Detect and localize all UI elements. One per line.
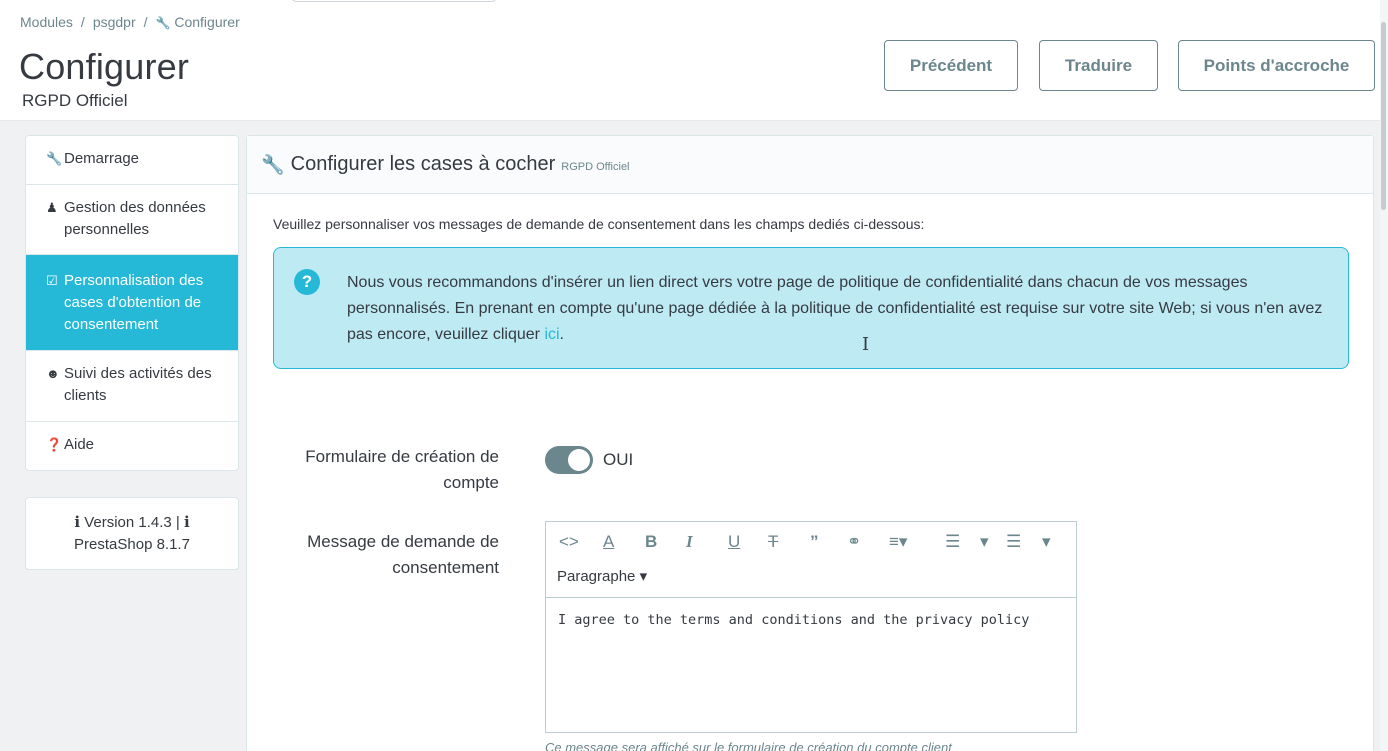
- sidebar: 🔧 Demarrage ♟ Gestion des données person…: [25, 135, 239, 471]
- alert-end: .: [559, 326, 564, 343]
- prestashop-version: PrestaShop 8.1.7: [74, 536, 190, 553]
- bullet-list-icon[interactable]: ☰: [945, 532, 960, 552]
- breadcrumb: Modules / psgdpr / 🔧 Configurer: [20, 14, 240, 30]
- text-color-icon[interactable]: A: [603, 532, 614, 552]
- sidebar-item-aide[interactable]: ❓ Aide: [26, 422, 238, 470]
- rich-text-editor: <> A B I U T ” ⚭ ≡▾ ☰ ▾ ☰ ▾ Paragraphe ▾…: [545, 521, 1077, 733]
- panel-heading: 🔧 Configurer les cases à cocher RGPD Off…: [247, 136, 1373, 194]
- sidebar-item-demarrage[interactable]: 🔧 Demarrage: [26, 136, 238, 185]
- sidebar-item-label: Personnalisation des cases d'obtention d…: [64, 272, 204, 333]
- wrench-icon: 🔧: [46, 151, 63, 166]
- breadcrumb-modules[interactable]: Modules: [20, 14, 73, 30]
- breadcrumb-psgdpr[interactable]: psgdpr: [93, 14, 136, 30]
- link-icon[interactable]: ⚭: [847, 532, 861, 552]
- italic-icon[interactable]: I: [686, 532, 693, 552]
- field-hint: Ce message sera affiché sur le formulair…: [545, 740, 952, 751]
- consent-message-label: Message de demande de consentement: [307, 532, 499, 577]
- paragraph-dropdown[interactable]: Paragraphe ▾: [557, 567, 647, 585]
- question-circle-icon: ?: [294, 269, 320, 295]
- alert-text: Nous vous recommandons d'insérer un lien…: [347, 270, 1337, 348]
- text-cursor-icon: I: [862, 334, 870, 355]
- chevron-down-icon[interactable]: ▾: [980, 532, 989, 552]
- breadcrumb-current: Configurer: [174, 14, 240, 30]
- account-form-label: Formulaire de création de compte: [305, 447, 499, 492]
- wrench-icon: 🔧: [261, 154, 285, 176]
- sidebar-item-label: Demarrage: [64, 150, 140, 167]
- sidebar-item-label: Gestion des données personnelles: [64, 199, 206, 238]
- editor-toolbar: <> A B I U T ” ⚭ ≡▾ ☰ ▾ ☰ ▾ Paragraphe ▾: [546, 522, 1076, 598]
- blockquote-icon[interactable]: ”: [810, 532, 819, 552]
- page-header: Modules / psgdpr / 🔧 Configurer Configur…: [0, 0, 1388, 121]
- panel-title: Configurer les cases à cocher: [290, 153, 556, 175]
- version-line: Version 1.4.3 |: [84, 514, 180, 531]
- user-circle-icon: ☻: [46, 366, 60, 381]
- alert-body: Nous vous recommandons d'insérer un lien…: [347, 274, 1323, 343]
- underline-icon[interactable]: U: [728, 532, 740, 552]
- chevron-down-icon[interactable]: ▾: [1042, 532, 1051, 552]
- sidebar-item-gestion-donnees[interactable]: ♟ Gestion des données personnelles: [26, 185, 238, 255]
- paragraph-label: Paragraphe: [557, 568, 636, 585]
- page-title: Configurer: [19, 46, 190, 87]
- wrench-icon: 🔧: [155, 16, 171, 30]
- align-dropdown-icon[interactable]: ≡▾: [889, 532, 907, 552]
- page-subtitle: RGPD Officiel: [22, 91, 128, 110]
- search-input[interactable]: [290, 0, 498, 2]
- strikethrough-icon[interactable]: T: [768, 532, 778, 552]
- privacy-link[interactable]: ici: [544, 326, 559, 343]
- question-circle-icon: ❓: [46, 437, 63, 452]
- sidebar-item-suivi-activites[interactable]: ☻ Suivi des activités des clients: [26, 351, 238, 422]
- user-secret-icon: ♟: [46, 200, 58, 215]
- translate-button[interactable]: Traduire: [1039, 40, 1158, 91]
- scrollbar-thumb[interactable]: [1381, 22, 1386, 210]
- breadcrumb-separator: /: [143, 14, 148, 30]
- config-panel: 🔧 Configurer les cases à cocher RGPD Off…: [246, 135, 1374, 751]
- account-form-switch[interactable]: [545, 446, 593, 474]
- panel-title-small: RGPD Officiel: [561, 161, 630, 173]
- sidebar-item-label: Suivi des activités des clients: [64, 365, 212, 404]
- hooks-button[interactable]: Points d'accroche: [1178, 40, 1375, 91]
- numbered-list-icon[interactable]: ☰: [1006, 532, 1021, 552]
- info-icon: i: [74, 513, 81, 531]
- sidebar-item-personnalisation[interactable]: ☑ Personnalisation des cases d'obtention…: [26, 255, 238, 351]
- sidebar-item-label: Aide: [64, 436, 95, 453]
- page-scrollbar[interactable]: [1380, 0, 1388, 751]
- chevron-down-icon: ▾: [639, 568, 648, 585]
- info-icon: i: [183, 513, 190, 531]
- version-info: i Version 1.4.3 | i PrestaShop 8.1.7: [25, 497, 239, 570]
- bold-icon[interactable]: B: [645, 532, 657, 552]
- breadcrumb-separator: /: [80, 14, 85, 30]
- editor-content[interactable]: I agree to the terms and conditions and …: [546, 598, 1076, 642]
- switch-knob: [568, 449, 590, 471]
- breadcrumb-configurer: 🔧 Configurer: [156, 14, 240, 30]
- previous-button[interactable]: Précédent: [884, 40, 1018, 91]
- info-alert: ? Nous vous recommandons d'insérer un li…: [273, 247, 1349, 369]
- switch-value: OUI: [603, 450, 634, 469]
- intro-text: Veuillez personnaliser vos messages de d…: [273, 216, 925, 232]
- code-icon[interactable]: <>: [559, 532, 579, 552]
- checkbox-icon: ☑: [46, 273, 58, 288]
